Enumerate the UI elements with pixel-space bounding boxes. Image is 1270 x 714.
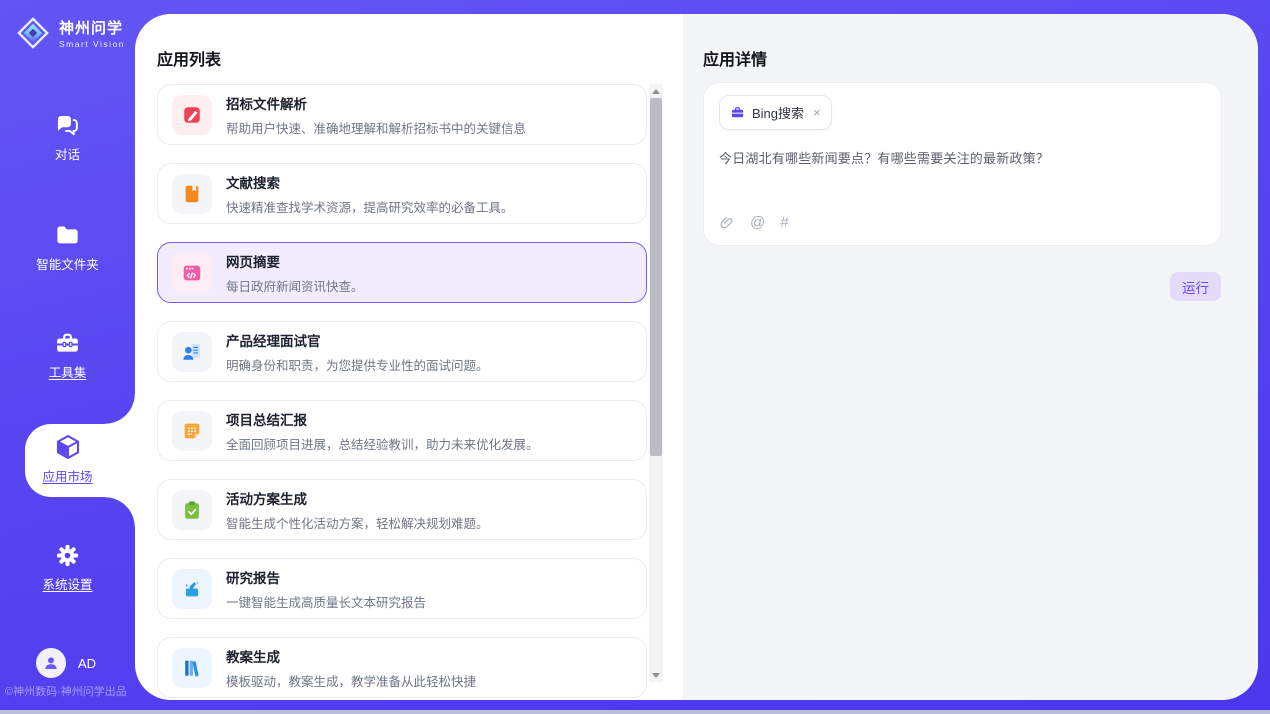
app-name: 研究报告 [226, 567, 426, 587]
book-icon [181, 183, 203, 205]
prompt-input[interactable]: Bing搜索 × 今日湖北有哪些新闻要点？有哪些需要关注的最新政策？ @ # [703, 82, 1222, 246]
chat-icon [54, 112, 81, 139]
toolbox-icon [54, 330, 81, 357]
sidebar-item-label: 应用市场 [42, 466, 92, 485]
app-name: 招标文件解析 [226, 93, 526, 113]
sidebar-item-label: 工具集 [49, 362, 87, 381]
list-item-project-summary[interactable]: 项目总结汇报 全面回顾项目进展，总结经验教训，助力未来优化发展。 [157, 400, 647, 461]
run-button[interactable]: 运行 [1170, 272, 1221, 301]
sidebar-item-label: 智能文件夹 [36, 254, 99, 273]
brand-subtitle: Smart Vision [59, 39, 125, 49]
scrollbar-thumb[interactable] [650, 98, 662, 456]
gear-icon [54, 542, 81, 569]
browser-icon [181, 262, 203, 284]
app-icon-tile [172, 490, 212, 530]
app-icon-tile [172, 332, 212, 372]
app-list-title: 应用列表 [157, 46, 221, 70]
app-description: 明确身份和职责，为您提供专业性的面试问题。 [226, 355, 489, 374]
app-description: 一键智能生成高质量长文本研究报告 [226, 592, 426, 611]
person-icon [42, 654, 60, 672]
sidebar-item-label: 对话 [55, 144, 80, 163]
ink-icon [181, 578, 203, 600]
app-description: 全面回顾项目进展，总结经验教训，助力未来优化发展。 [226, 434, 539, 453]
clipboard-icon [181, 499, 203, 521]
sidebar-item-chat[interactable]: 对话 [0, 112, 135, 163]
paperclip-icon[interactable] [719, 215, 735, 231]
prompt-toolbar: @ # [719, 214, 789, 231]
app-name: 教案生成 [226, 646, 476, 666]
app-name: 产品经理面试官 [226, 330, 489, 350]
screen-bottom-edge [0, 710, 1270, 714]
app-icon-tile [172, 569, 212, 609]
list-item-literature-search[interactable]: 文献搜索 快速精准查找学术资源，提高研究效率的必备工具。 [157, 163, 647, 224]
edit-document-icon [181, 104, 203, 126]
app-list-panel: 应用列表 招标文件解析 帮助用户快速、准确地理解和解析招标书中的关键信息 [135, 14, 683, 700]
app-description: 智能生成个性化活动方案，轻松解决规划难题。 [226, 513, 489, 532]
scroll-up-arrow-icon[interactable] [649, 84, 663, 98]
app-icon-tile [172, 95, 212, 135]
cube-icon [54, 433, 82, 461]
query-text[interactable]: 今日湖北有哪些新闻要点？有哪些需要关注的最新政策？ [719, 148, 1206, 167]
app-icon-tile [172, 174, 212, 214]
list-item-lesson-plan[interactable]: 教案生成 模板驱动，教案生成，教学准备从此轻松快捷 [157, 637, 647, 698]
app-icon-tile [172, 648, 212, 688]
at-icon[interactable]: @ [750, 214, 765, 231]
books-icon [181, 657, 203, 679]
app-description: 帮助用户快速、准确地理解和解析招标书中的关键信息 [226, 118, 526, 137]
hash-icon[interactable]: # [780, 214, 788, 231]
diamond-logo-icon [14, 14, 52, 52]
tool-chip-label: Bing搜索 [752, 103, 804, 122]
copyright-footer: ©神州数码·神州问学出品 [5, 683, 127, 699]
list-item-web-summary[interactable]: 网页摘要 每日政府新闻资讯快查。 [157, 242, 647, 303]
close-icon[interactable]: × [813, 106, 821, 119]
app-description: 模板驱动，教案生成，教学准备从此轻松快捷 [226, 671, 476, 690]
note-icon [181, 420, 203, 442]
interviewer-icon [181, 341, 203, 363]
brand-name: 神州问学 [59, 17, 125, 38]
list-scrollbar[interactable] [649, 84, 663, 682]
avatar [36, 648, 66, 678]
sidebar-item-smart-folder[interactable]: 智能文件夹 [0, 222, 135, 273]
briefcase-icon [730, 105, 745, 120]
sidebar-item-app-market[interactable]: 应用市场 [0, 433, 135, 485]
list-item-pm-interviewer[interactable]: 产品经理面试官 明确身份和职责，为您提供专业性的面试问题。 [157, 321, 647, 382]
folder-icon [54, 222, 81, 249]
app-list: 招标文件解析 帮助用户快速、准确地理解和解析招标书中的关键信息 文献搜索 快速精… [157, 84, 647, 700]
app-description: 每日政府新闻资讯快查。 [226, 276, 364, 295]
app-name: 活动方案生成 [226, 488, 489, 508]
user-account[interactable]: AD [36, 648, 96, 678]
sidebar-item-label: 系统设置 [42, 574, 92, 593]
sidebar-item-settings[interactable]: 系统设置 [0, 542, 135, 593]
scroll-down-arrow-icon[interactable] [649, 668, 663, 682]
list-item-research-report[interactable]: 研究报告 一键智能生成高质量长文本研究报告 [157, 558, 647, 619]
app-name: 网页摘要 [226, 251, 364, 271]
user-initials: AD [78, 656, 96, 671]
list-item-event-plan[interactable]: 活动方案生成 智能生成个性化活动方案，轻松解决规划难题。 [157, 479, 647, 540]
app-description: 快速精准查找学术资源，提高研究效率的必备工具。 [226, 197, 514, 216]
app-icon-tile [172, 253, 212, 293]
brand-logo: 神州问学 Smart Vision [14, 14, 125, 52]
tool-chip-bing-search[interactable]: Bing搜索 × [719, 95, 832, 130]
sidebar: 神州问学 Smart Vision 对话 智能文件夹 [0, 0, 135, 714]
sidebar-item-toolset[interactable]: 工具集 [0, 330, 135, 381]
main-container: 应用列表 招标文件解析 帮助用户快速、准确地理解和解析招标书中的关键信息 [135, 14, 1258, 700]
app-name: 项目总结汇报 [226, 409, 539, 429]
list-item-bid-parse[interactable]: 招标文件解析 帮助用户快速、准确地理解和解析招标书中的关键信息 [157, 84, 647, 145]
app-detail-panel: 应用详情 Bing搜索 × 今日湖北有哪些新闻要点？有哪些需要关注的最新政策？ [683, 14, 1258, 700]
app-name: 文献搜索 [226, 172, 514, 192]
app-icon-tile [172, 411, 212, 451]
app-detail-title: 应用详情 [703, 46, 767, 70]
